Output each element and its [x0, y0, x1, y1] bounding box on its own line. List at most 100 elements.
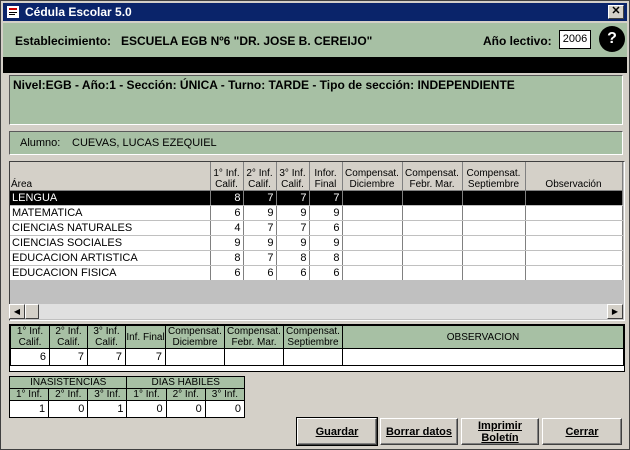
- grades-grid[interactable]: Área 1° Inf. Calif. 2° Inf. Calif. 3° Inf. …: [9, 161, 625, 321]
- scroll-thumb[interactable]: [25, 304, 39, 319]
- grid-cell[interactable]: 6: [276, 265, 310, 281]
- absences-value-field[interactable]: 0: [126, 400, 167, 418]
- grid-cell[interactable]: 9: [276, 235, 310, 251]
- level-info-panel: Nivel:EGB - Año:1 - Sección: ÚNICA - Tur…: [9, 75, 623, 125]
- detail-value-field[interactable]: 7: [87, 348, 126, 366]
- grid-cell[interactable]: EDUCACION FISICA: [10, 265, 211, 281]
- grid-cell[interactable]: [402, 265, 463, 281]
- grid-cell[interactable]: 7: [276, 190, 310, 206]
- table-row[interactable]: MATEMATICA 6 9 9 9: [10, 205, 623, 221]
- close-icon[interactable]: ✕: [608, 5, 624, 19]
- table-row[interactable]: EDUCACION ARTISTICA 8 7 8 8: [10, 250, 623, 266]
- detail-value-field[interactable]: 6: [10, 348, 50, 366]
- grid-cell[interactable]: [342, 190, 403, 206]
- grid-cell[interactable]: [342, 205, 403, 221]
- grid-cell[interactable]: 4: [210, 220, 244, 236]
- grid-column-header[interactable]: Compensat. Febr. Mar.: [402, 162, 463, 191]
- grid-cell[interactable]: [525, 250, 623, 266]
- year-input[interactable]: 2006: [559, 30, 591, 49]
- grid-cell[interactable]: [462, 220, 526, 236]
- grid-column-header[interactable]: 2° Inf. Calif.: [243, 162, 277, 191]
- detail-value-field[interactable]: 7: [125, 348, 166, 366]
- grid-cell[interactable]: 7: [309, 190, 343, 206]
- scroll-right-icon[interactable]: ▶: [607, 304, 623, 319]
- grid-cell[interactable]: 9: [243, 205, 277, 221]
- grid-cell[interactable]: [402, 205, 463, 221]
- horizontal-scrollbar[interactable]: ◀ ▶: [9, 304, 623, 319]
- help-icon[interactable]: ?: [599, 26, 625, 52]
- grid-cell[interactable]: 7: [243, 250, 277, 266]
- grid-cell[interactable]: 6: [210, 265, 244, 281]
- grid-cell[interactable]: [462, 235, 526, 251]
- detail-value-field[interactable]: [283, 348, 343, 366]
- grid-cell[interactable]: 6: [243, 265, 277, 281]
- grid-cell[interactable]: 6: [309, 220, 343, 236]
- grid-cell[interactable]: 7: [243, 190, 277, 206]
- divider-bar: [3, 57, 627, 73]
- table-row[interactable]: LENGUA 8 7 7 7: [10, 190, 623, 206]
- grid-cell[interactable]: CIENCIAS NATURALES: [10, 220, 211, 236]
- detail-header: Inf. Final: [125, 325, 166, 349]
- grid-cell[interactable]: [402, 220, 463, 236]
- grid-cell[interactable]: [342, 265, 403, 281]
- print-report-button[interactable]: Imprimir Boletín: [461, 418, 539, 445]
- grid-cell[interactable]: [342, 220, 403, 236]
- grid-cell[interactable]: [462, 190, 526, 206]
- grid-cell[interactable]: [525, 265, 623, 281]
- save-button[interactable]: Guardar: [296, 417, 378, 446]
- grid-cell[interactable]: 6: [309, 265, 343, 281]
- absences-header: 1° Inf.: [126, 388, 167, 401]
- scroll-left-icon[interactable]: ◀: [9, 304, 25, 319]
- grid-cell[interactable]: EDUCACION ARTISTICA: [10, 250, 211, 266]
- grid-cell[interactable]: 9: [309, 235, 343, 251]
- clear-data-button[interactable]: Borrar datos: [380, 418, 458, 445]
- grid-cell[interactable]: 9: [243, 235, 277, 251]
- grid-cell[interactable]: 6: [210, 205, 244, 221]
- grid-cell[interactable]: 7: [276, 220, 310, 236]
- grid-cell[interactable]: [462, 265, 526, 281]
- grid-cell[interactable]: 8: [309, 250, 343, 266]
- grid-cell[interactable]: 8: [210, 250, 244, 266]
- grid-column-header[interactable]: Infor. Final: [309, 162, 343, 191]
- grid-cell[interactable]: 7: [243, 220, 277, 236]
- table-row[interactable]: CIENCIAS SOCIALES 9 9 9 9: [10, 235, 623, 251]
- absences-value-field[interactable]: 0: [204, 400, 246, 418]
- grid-cell[interactable]: 8: [210, 190, 244, 206]
- title-bar[interactable]: Cédula Escolar 5.0 ✕: [3, 3, 627, 21]
- grid-cell[interactable]: [525, 235, 623, 251]
- table-row[interactable]: EDUCACION FISICA 6 6 6 6: [10, 265, 623, 281]
- absences-value-field[interactable]: 0: [48, 400, 89, 418]
- grid-cell[interactable]: [525, 220, 623, 236]
- grid-cell[interactable]: 8: [276, 250, 310, 266]
- grid-cell[interactable]: [402, 250, 463, 266]
- grid-cell[interactable]: [402, 190, 463, 206]
- detail-value-field[interactable]: [342, 348, 624, 366]
- grid-cell[interactable]: 9: [210, 235, 244, 251]
- detail-value-field[interactable]: [224, 348, 284, 366]
- close-button[interactable]: Cerrar: [542, 418, 622, 445]
- absences-value-field[interactable]: 1: [87, 400, 128, 418]
- grid-cell[interactable]: [342, 235, 403, 251]
- grid-cell[interactable]: [342, 250, 403, 266]
- grid-column-header[interactable]: 1° Inf. Calif.: [210, 162, 244, 191]
- grid-cell[interactable]: CIENCIAS SOCIALES: [10, 235, 211, 251]
- grid-cell[interactable]: [402, 235, 463, 251]
- grid-cell[interactable]: LENGUA: [10, 190, 211, 206]
- detail-value-field[interactable]: 7: [49, 348, 88, 366]
- absences-value-field[interactable]: 1: [8, 400, 50, 418]
- grid-cell[interactable]: [525, 190, 623, 206]
- grid-cell[interactable]: 9: [309, 205, 343, 221]
- grid-cell[interactable]: MATEMATICA: [10, 205, 211, 221]
- table-row[interactable]: CIENCIAS NATURALES 4 7 7 6: [10, 220, 623, 236]
- grid-column-header[interactable]: 3° Inf. Calif.: [276, 162, 310, 191]
- grid-column-header[interactable]: Observación: [525, 162, 623, 191]
- grid-cell[interactable]: 9: [276, 205, 310, 221]
- grid-cell[interactable]: [462, 250, 526, 266]
- grid-column-header[interactable]: Compensat. Septiembre: [462, 162, 526, 191]
- absences-value-field[interactable]: 0: [165, 400, 206, 418]
- detail-value-field[interactable]: [165, 348, 225, 366]
- grid-column-header[interactable]: Área: [10, 162, 211, 191]
- grid-column-header[interactable]: Compensat. Diciembre: [342, 162, 403, 191]
- grid-cell[interactable]: [462, 205, 526, 221]
- grid-cell[interactable]: [525, 205, 623, 221]
